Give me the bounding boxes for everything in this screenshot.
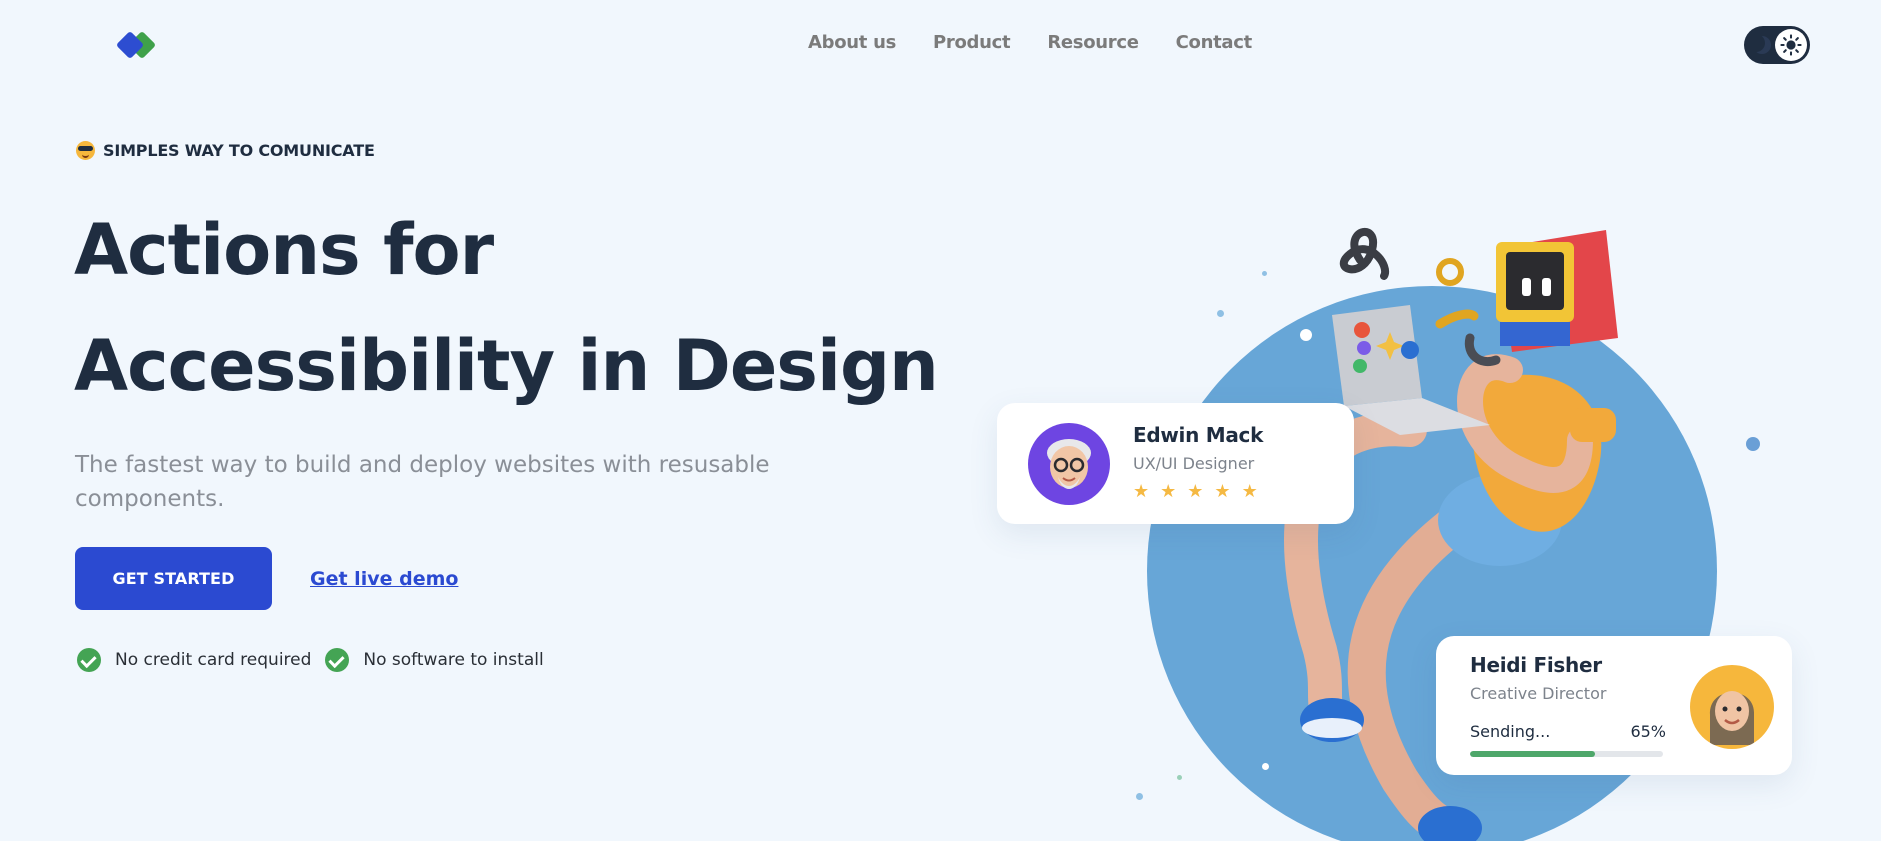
sending-label: Sending... [1470, 722, 1551, 741]
check-label: No software to install [363, 650, 544, 670]
tagline-text: SIMPLES WAY TO COMUNICATE [103, 141, 375, 160]
star-icon: ★ [1214, 481, 1231, 502]
check-item: No credit card required [77, 648, 311, 672]
progress-fill [1470, 751, 1596, 757]
toggle-knob [1775, 29, 1807, 61]
sunglasses-emoji-icon [76, 141, 95, 160]
card-name: Heidi Fisher [1470, 653, 1602, 677]
moon-icon [1753, 36, 1771, 54]
nav-product[interactable]: Product [933, 32, 1011, 53]
check-label: No credit card required [115, 650, 312, 670]
headline-line-1: Actions for [74, 209, 494, 291]
card-role: Creative Director [1470, 684, 1607, 703]
card-role: UX/UI Designer [1133, 454, 1255, 473]
progress-bar [1470, 751, 1663, 757]
headline-line-2: Accessibility in Design [74, 325, 939, 407]
nav-contact[interactable]: Contact [1176, 32, 1253, 53]
decor-dot [1217, 310, 1224, 317]
avatar [1028, 423, 1110, 505]
logo[interactable] [115, 30, 160, 60]
profile-card-edwin[interactable]: Edwin Mack UX/UI Designer ★ ★ ★ ★ ★ [997, 403, 1354, 524]
main-nav: About us Product Resource Contact [808, 32, 1252, 53]
avatar-memoji-icon [1047, 439, 1091, 489]
avatar [1690, 665, 1774, 749]
sun-icon [1780, 34, 1802, 56]
live-demo-link[interactable]: Get live demo [310, 568, 458, 590]
decor-dot [1136, 793, 1143, 800]
star-icon: ★ [1241, 481, 1258, 502]
star-icon: ★ [1160, 481, 1177, 502]
rating-stars: ★ ★ ★ ★ ★ [1133, 483, 1258, 501]
star-icon: ★ [1187, 481, 1204, 502]
card-name: Edwin Mack [1133, 423, 1264, 447]
theme-toggle[interactable] [1744, 26, 1810, 64]
hero-headline: Actions for Accessibility in Design [74, 192, 974, 424]
check-item: No software to install [325, 648, 544, 672]
progress-percent: 65% [1630, 722, 1666, 741]
avatar-memoji-icon [1709, 691, 1755, 745]
nav-resource[interactable]: Resource [1047, 32, 1139, 53]
hero-subtitle: The fastest way to build and deploy webs… [75, 452, 770, 512]
hero-tagline: SIMPLES WAY TO COMUNICATE [76, 141, 375, 160]
profile-card-heidi[interactable]: Heidi Fisher Creative Director Sending..… [1436, 636, 1792, 775]
check-circle-icon [325, 648, 350, 672]
nav-about-us[interactable]: About us [808, 32, 896, 53]
star-icon: ★ [1133, 481, 1150, 502]
feature-checks: No credit card required No software to i… [77, 648, 544, 672]
get-started-button[interactable]: GET STARTED [75, 547, 272, 610]
check-circle-icon [77, 648, 101, 672]
decor-dot [1177, 775, 1182, 780]
decor-dot [1746, 437, 1760, 451]
